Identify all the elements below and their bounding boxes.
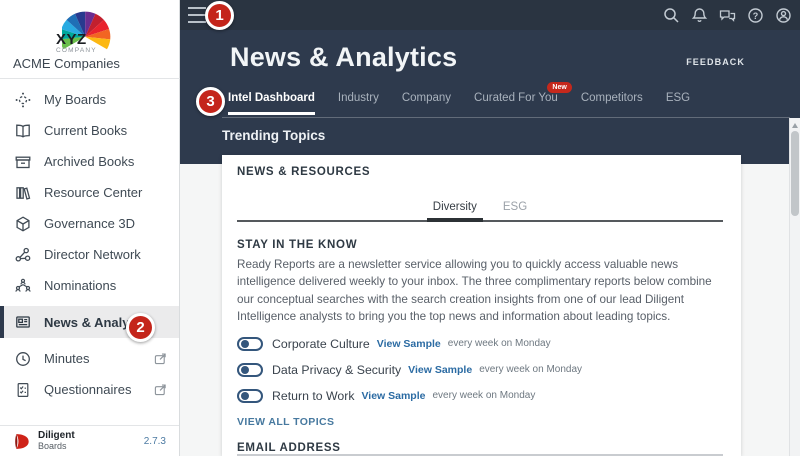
brand-text: Diligent Boards	[38, 431, 75, 451]
brand-name: Diligent	[38, 431, 75, 441]
view-all-topics-link[interactable]: VIEW ALL TOPICS	[237, 416, 334, 428]
tab-curated-for-you[interactable]: Curated For You New	[474, 92, 558, 115]
sidebar-item-label: Nominations	[44, 278, 116, 293]
sidebar-item-resource-center[interactable]: Resource Center	[0, 177, 179, 208]
external-link-icon	[154, 383, 167, 396]
sidebar-item-label: My Boards	[44, 92, 106, 107]
new-badge: New	[547, 82, 571, 93]
topic-row-return-to-work: Return to Work View Sample every week on…	[237, 388, 582, 403]
card-tabs: Diversity ESG	[237, 194, 723, 222]
news-resources-card: NEWS & RESOURCES Diversity ESG STAY IN T…	[222, 155, 741, 456]
topic-row-data-privacy: Data Privacy & Security View Sample ever…	[237, 362, 582, 377]
tabs-divider	[222, 117, 790, 118]
view-sample-link[interactable]: View Sample	[408, 364, 472, 376]
tab-company[interactable]: Company	[402, 92, 451, 115]
topic-toggle[interactable]	[237, 389, 263, 403]
sidebar-item-label: Director Network	[44, 247, 141, 262]
svg-text:?: ?	[753, 10, 759, 20]
clock-icon	[14, 350, 32, 368]
sidebar-item-label: Resource Center	[44, 185, 142, 200]
topic-schedule: every week on Monday	[448, 338, 551, 349]
topics-list: Corporate Culture View Sample every week…	[237, 336, 582, 414]
page-header: News & Analytics FEEDBACK Intel Dashboar…	[180, 30, 800, 164]
sidebar-item-director-network[interactable]: Director Network	[0, 239, 179, 270]
sidebar: XYZ COMPANY ACME Companies My Boards	[0, 0, 180, 456]
view-sample-link[interactable]: View Sample	[361, 390, 425, 402]
topic-toggle[interactable]	[237, 363, 263, 377]
checklist-icon	[14, 381, 32, 399]
app-window: XYZ COMPANY ACME Companies My Boards	[0, 0, 800, 456]
card-tab-esg[interactable]: ESG	[503, 194, 527, 220]
app-version: 2.7.3	[144, 436, 166, 447]
topic-toggle[interactable]	[237, 337, 263, 351]
toggle-knob	[241, 392, 249, 400]
stay-in-the-know-heading: STAY IN THE KNOW	[237, 239, 357, 251]
brand-sub: Boards	[38, 442, 75, 451]
topic-label: Data Privacy & Security	[272, 363, 401, 377]
newspaper-icon	[14, 313, 32, 331]
ready-reports-description: Ready Reports are a newsletter service a…	[237, 256, 724, 325]
view-sample-link[interactable]: View Sample	[377, 338, 441, 350]
tab-industry[interactable]: Industry	[338, 92, 379, 115]
topic-label: Return to Work	[272, 389, 354, 403]
page-title: News & Analytics	[230, 42, 457, 73]
logo-text: XYZ	[56, 31, 87, 48]
sidebar-divider	[0, 78, 180, 79]
email-address-heading: EMAIL ADDRESS	[237, 442, 341, 454]
profile-icon[interactable]	[774, 6, 793, 25]
card-tab-diversity[interactable]: Diversity	[433, 194, 477, 220]
sidebar-item-label: Governance 3D	[44, 216, 135, 231]
annotation-badge-2: 2	[126, 313, 155, 342]
feedback-button[interactable]: FEEDBACK	[686, 57, 745, 67]
sidebar-item-governance-3d[interactable]: Governance 3D	[0, 208, 179, 239]
annotation-badge-1: 1	[205, 1, 234, 30]
tab-intel-dashboard[interactable]: Intel Dashboard	[228, 92, 315, 115]
help-icon[interactable]: ?	[746, 6, 765, 25]
logo-subtext: COMPANY	[56, 47, 97, 54]
vertical-scrollbar[interactable]	[789, 118, 800, 456]
network-nodes-icon	[14, 246, 32, 264]
chat-bubbles-icon[interactable]	[718, 6, 737, 25]
topic-label: Corporate Culture	[272, 337, 370, 351]
sidebar-footer: Diligent Boards 2.7.3	[0, 425, 179, 456]
diligent-logo-icon	[13, 432, 32, 451]
external-link-icon	[154, 352, 167, 365]
topic-row-corporate-culture: Corporate Culture View Sample every week…	[237, 336, 582, 351]
annotation-badge-3: 3	[196, 87, 225, 116]
topic-schedule: every week on Monday	[432, 390, 535, 401]
open-book-icon	[14, 122, 32, 140]
sidebar-item-label: Questionnaires	[44, 382, 131, 397]
toggle-knob	[241, 366, 249, 374]
library-books-icon	[14, 184, 32, 202]
sidebar-item-questionnaires[interactable]: Questionnaires	[0, 374, 179, 405]
news-resources-heading: NEWS & RESOURCES	[237, 166, 370, 178]
tab-label: Curated For You	[474, 92, 558, 104]
scrollbar-thumb[interactable]	[791, 131, 799, 216]
sidebar-item-archived-books[interactable]: Archived Books	[0, 146, 179, 177]
header-tabs: Intel Dashboard Industry Company Curated…	[228, 92, 690, 115]
tab-esg[interactable]: ESG	[666, 92, 690, 115]
toggle-knob	[241, 340, 249, 348]
topic-schedule: every week on Monday	[479, 364, 582, 375]
archive-box-icon	[14, 153, 32, 171]
scrollbar-up-arrow-icon[interactable]	[792, 123, 798, 128]
people-network-icon	[14, 277, 32, 295]
sidebar-item-current-books[interactable]: Current Books	[0, 115, 179, 146]
sidebar-item-my-boards[interactable]: My Boards	[0, 84, 179, 115]
notifications-bell-icon[interactable]	[690, 6, 709, 25]
boards-icon	[14, 91, 32, 109]
account-name: ACME Companies	[13, 56, 120, 71]
sidebar-item-label: Archived Books	[44, 154, 134, 169]
trending-topics-title: Trending Topics	[222, 128, 325, 143]
search-icon[interactable]	[662, 6, 681, 25]
sidebar-nav: My Boards Current Books	[0, 84, 179, 405]
sidebar-item-minutes[interactable]: Minutes	[0, 343, 179, 374]
sidebar-item-label: Minutes	[44, 351, 90, 366]
topbar: ?	[180, 0, 800, 30]
cube-icon	[14, 215, 32, 233]
sidebar-item-nominations[interactable]: Nominations	[0, 270, 179, 301]
topbar-icons: ?	[662, 6, 800, 25]
tab-competitors[interactable]: Competitors	[581, 92, 643, 115]
sidebar-item-label: Current Books	[44, 123, 127, 138]
